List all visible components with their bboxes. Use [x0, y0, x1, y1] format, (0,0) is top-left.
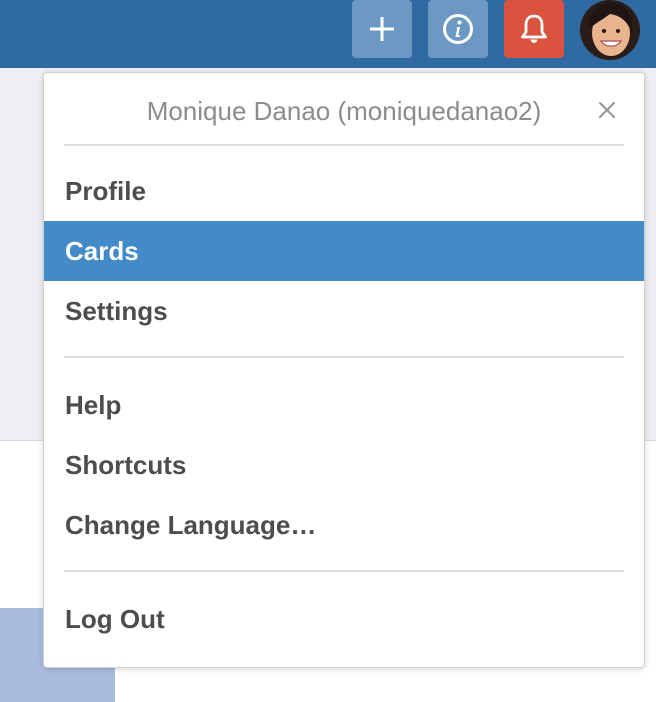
info-icon	[443, 14, 473, 44]
user-avatar[interactable]	[580, 0, 640, 60]
menu-title: Monique Danao (moniquedanao2)	[146, 96, 542, 126]
menu-separator	[64, 356, 624, 358]
menu-item-cards[interactable]: Cards	[44, 221, 644, 281]
menu-item-profile[interactable]: Profile	[44, 161, 644, 221]
menu-item-help[interactable]: Help	[44, 375, 644, 435]
menu-item-change-language[interactable]: Change Language…	[44, 495, 644, 555]
menu-item-settings[interactable]: Settings	[44, 281, 644, 341]
menu-separator	[64, 144, 624, 146]
notifications-button[interactable]	[504, 0, 564, 58]
close-icon	[598, 101, 616, 119]
bell-icon	[521, 14, 547, 43]
avatar-image	[580, 0, 640, 60]
plus-icon	[370, 17, 394, 41]
info-button[interactable]	[428, 0, 488, 58]
member-menu: Monique Danao (moniquedanao2) Profile Ca…	[43, 72, 645, 668]
add-button[interactable]	[352, 0, 412, 58]
close-button[interactable]	[592, 95, 622, 125]
menu-item-shortcuts[interactable]: Shortcuts	[44, 435, 644, 495]
header-bar	[0, 0, 656, 68]
menu-item-log-out[interactable]: Log Out	[44, 589, 644, 649]
menu-separator	[64, 570, 624, 572]
